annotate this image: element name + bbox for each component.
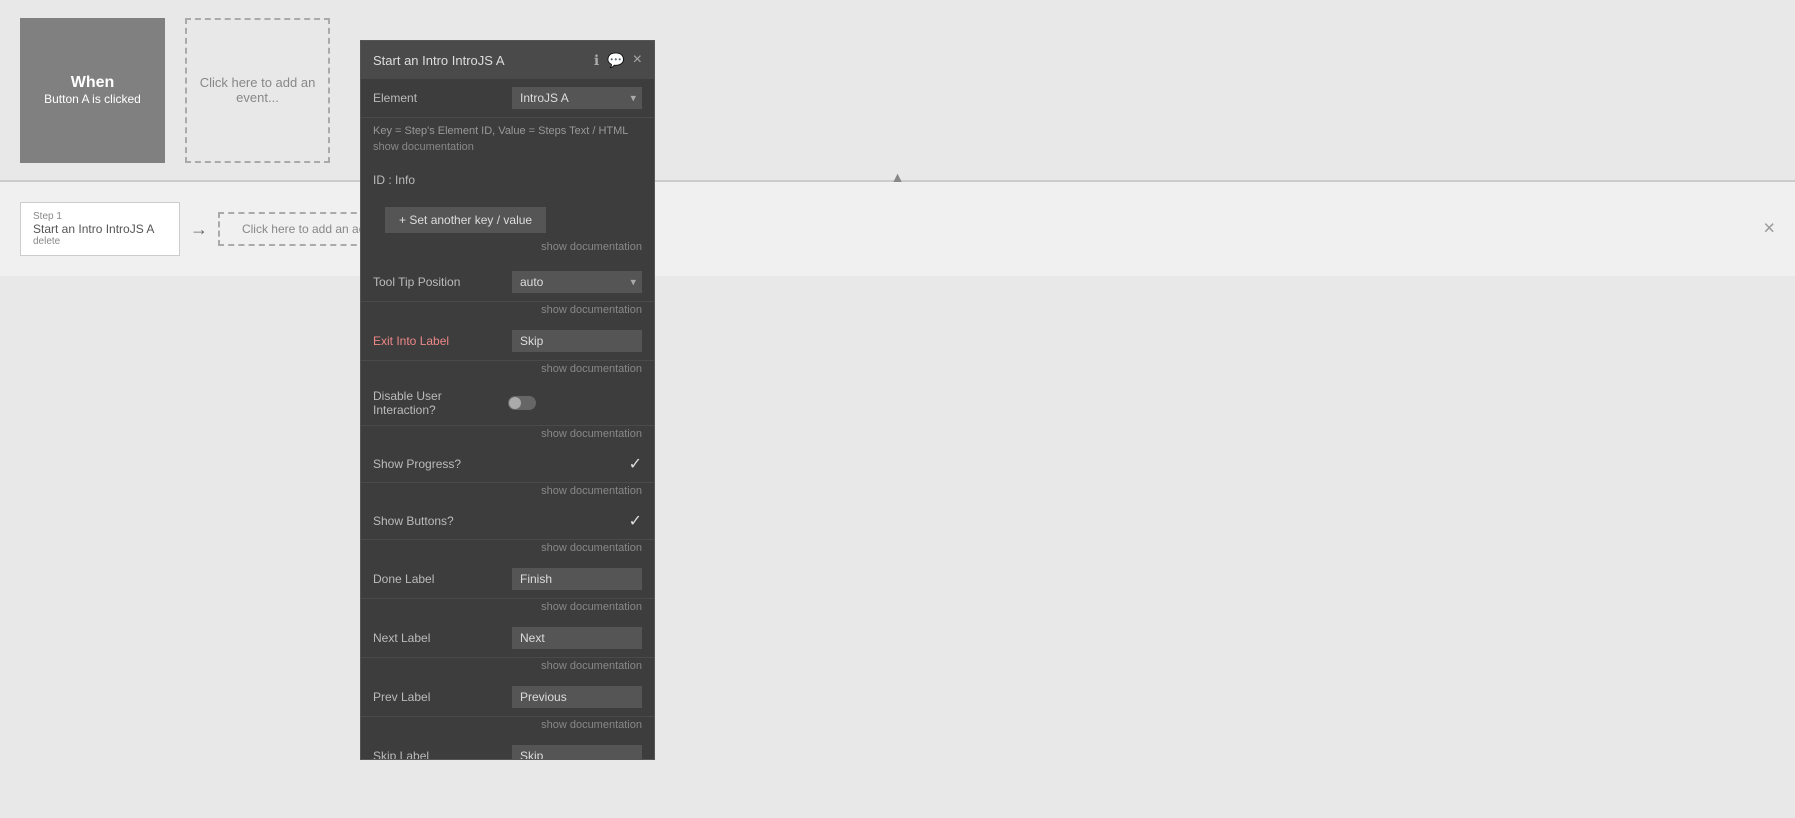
disable-interaction-row: Disable User Interaction?	[361, 381, 654, 426]
disable-interaction-doc-link[interactable]: show documentation	[361, 426, 654, 446]
prev-input[interactable]	[512, 686, 642, 708]
add-event-block[interactable]: Click here to add an event...	[185, 18, 330, 163]
show-progress-label: Show Progress?	[373, 457, 508, 471]
skip-value-wrapper	[508, 745, 643, 759]
tooltip-label: Tool Tip Position	[373, 275, 508, 289]
exit-input[interactable]	[512, 330, 642, 352]
panel: Start an Intro IntroJS A ℹ 💬 × Element I…	[360, 40, 655, 760]
id-info-section: ID : Info	[361, 165, 654, 195]
toggle-knob	[509, 397, 521, 409]
prev-label: Prev Label	[373, 690, 508, 704]
step-delete[interactable]: delete	[33, 236, 167, 247]
step-block[interactable]: Step 1 Start an Intro IntroJS A delete	[20, 202, 180, 256]
prev-label-row: Prev Label	[361, 678, 654, 717]
show-progress-check-wrapper: ✓	[508, 454, 643, 474]
disable-interaction-toggle[interactable]	[508, 396, 536, 410]
next-label: Next Label	[373, 631, 508, 645]
next-input[interactable]	[512, 627, 642, 649]
done-label-row: Done Label	[361, 560, 654, 599]
when-block[interactable]: When Button A is clicked	[20, 18, 165, 163]
panel-header: Start an Intro IntroJS A ℹ 💬 ×	[361, 41, 654, 79]
exit-label-row: Exit Into Label	[361, 322, 654, 361]
when-title: When	[71, 74, 115, 92]
info-icon[interactable]: ℹ	[594, 52, 599, 69]
panel-title: Start an Intro IntroJS A	[373, 53, 505, 68]
next-value-wrapper	[508, 627, 643, 649]
exit-label: Exit Into Label	[373, 334, 508, 348]
done-label: Done Label	[373, 572, 508, 586]
add-key-wrapper: + Set another key / value show documenta…	[361, 195, 654, 263]
next-doc-link[interactable]: show documentation	[361, 658, 654, 678]
comment-icon[interactable]: 💬	[607, 52, 624, 69]
tooltip-doc-link[interactable]: show documentation	[361, 302, 654, 322]
prev-value-wrapper	[508, 686, 643, 708]
key-value-description: Key = Step's Element ID, Value = Steps T…	[373, 124, 642, 139]
next-label-row: Next Label	[361, 619, 654, 658]
element-row: Element IntroJS A	[361, 79, 654, 118]
exit-value-wrapper	[508, 330, 643, 352]
show-buttons-label: Show Buttons?	[373, 514, 508, 528]
id-info-label: ID : Info	[373, 173, 415, 187]
steps-area: Step 1 Start an Intro IntroJS A delete →…	[0, 182, 1795, 276]
tooltip-row: Tool Tip Position auto	[361, 263, 654, 302]
show-buttons-check-wrapper: ✓	[508, 511, 643, 531]
key-value-doc-link[interactable]: show documentation	[373, 139, 642, 159]
panel-close-button[interactable]: ×	[633, 51, 642, 69]
element-select-wrapper: IntroJS A	[512, 87, 642, 109]
element-value-wrapper: IntroJS A	[508, 87, 643, 109]
skip-input[interactable]	[512, 745, 642, 759]
element-select[interactable]: IntroJS A	[512, 87, 642, 109]
disable-interaction-label: Disable User Interaction?	[373, 389, 508, 417]
close-steps-button[interactable]: ×	[1763, 218, 1775, 241]
show-progress-check[interactable]: ✓	[629, 456, 642, 473]
disable-interaction-toggle-wrapper	[508, 396, 643, 410]
tooltip-select-wrapper: auto	[512, 271, 642, 293]
exit-doc-link[interactable]: show documentation	[361, 361, 654, 381]
when-subtitle: Button A is clicked	[44, 92, 141, 106]
step-name: Start an Intro IntroJS A	[33, 222, 167, 236]
step-label: Step 1	[33, 211, 167, 222]
done-value-wrapper	[508, 568, 643, 590]
element-label: Element	[373, 91, 508, 105]
show-progress-row: Show Progress? ✓	[361, 446, 654, 483]
done-doc-link[interactable]: show documentation	[361, 599, 654, 619]
prev-doc-link[interactable]: show documentation	[361, 717, 654, 737]
skip-label: Skip Label	[373, 749, 508, 759]
panel-body: Element IntroJS A Key = Step's Element I…	[361, 79, 654, 759]
show-progress-doc-link[interactable]: show documentation	[361, 483, 654, 503]
done-input[interactable]	[512, 568, 642, 590]
show-buttons-doc-link[interactable]: show documentation	[361, 540, 654, 560]
show-buttons-row: Show Buttons? ✓	[361, 503, 654, 540]
step-arrow: →	[190, 219, 208, 240]
add-event-label: Click here to add an event...	[197, 75, 318, 105]
show-buttons-check[interactable]: ✓	[629, 513, 642, 530]
skip-label-row: Skip Label	[361, 737, 654, 759]
add-key-button[interactable]: + Set another key / value	[385, 207, 546, 233]
canvas-area: When Button A is clicked Click here to a…	[0, 0, 1795, 180]
add-key-doc-link[interactable]: show documentation	[373, 241, 642, 259]
tooltip-value-wrapper: auto	[508, 271, 643, 293]
key-value-section: Key = Step's Element ID, Value = Steps T…	[361, 118, 654, 165]
panel-header-icons: ℹ 💬 ×	[594, 51, 642, 69]
tooltip-select[interactable]: auto	[512, 271, 642, 293]
